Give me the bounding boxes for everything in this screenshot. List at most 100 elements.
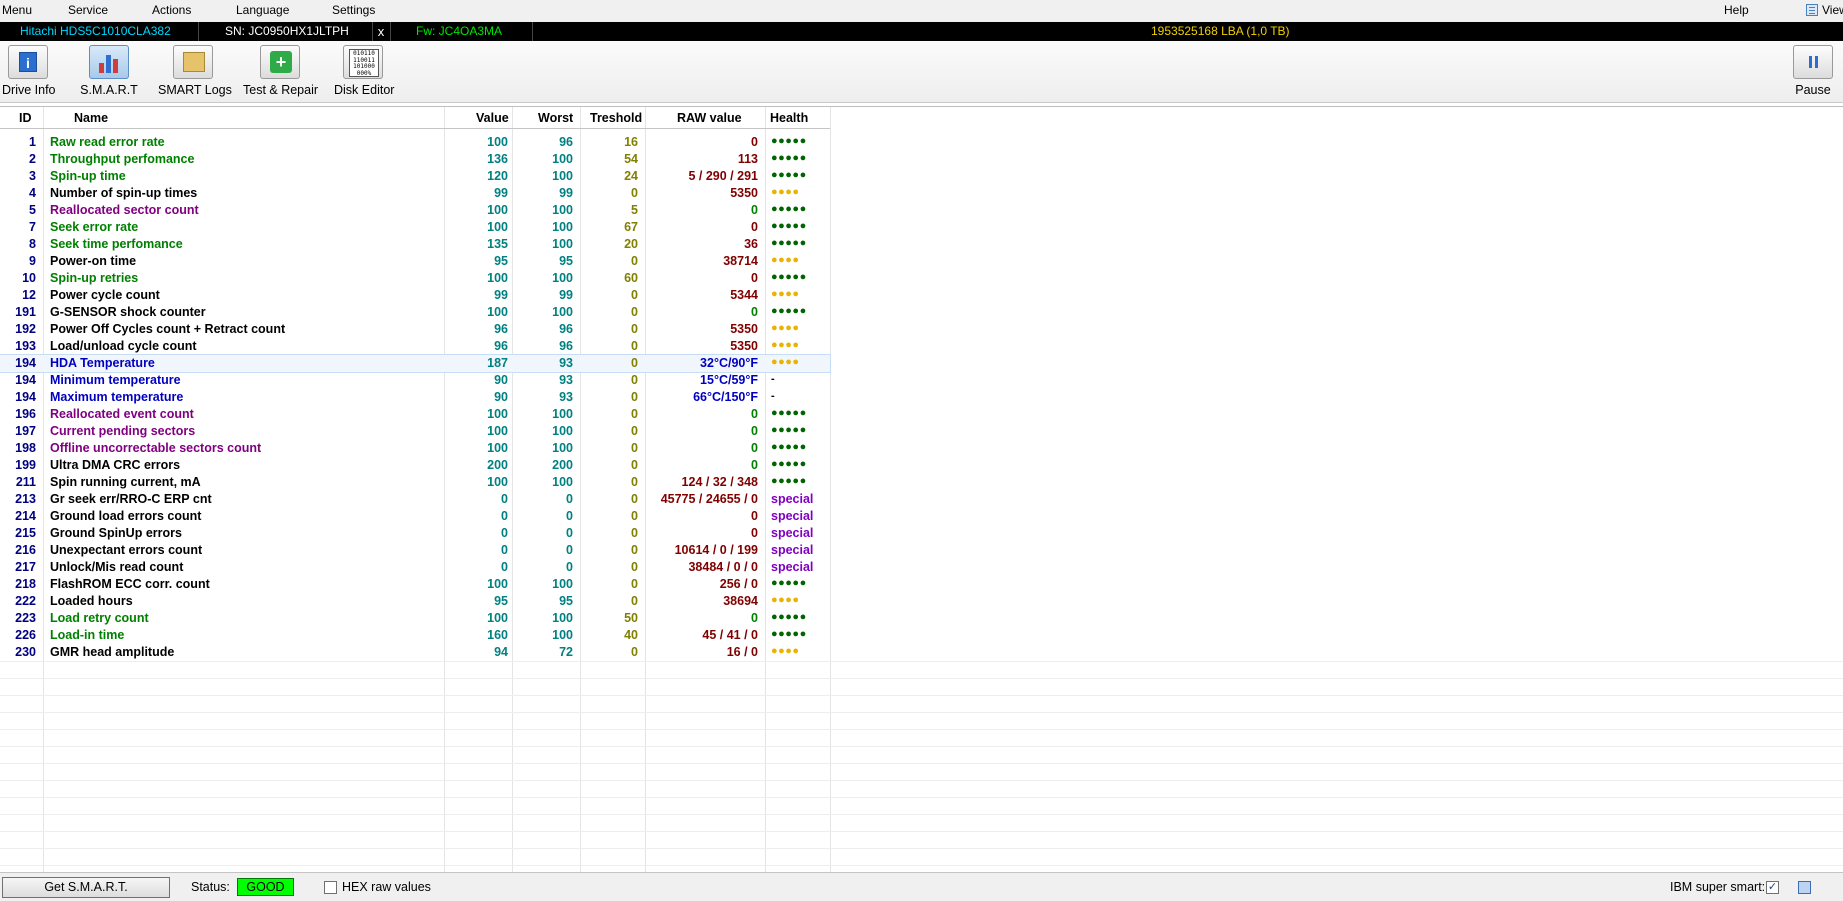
disk-editor-button[interactable]: 010110 110011 101000 000% Disk Editor <box>334 45 394 101</box>
cell-raw: 0 <box>751 424 758 438</box>
table-row[interactable]: 198 Offline uncorrectable sectors count 10… <box>0 440 1843 457</box>
cell-worst: 100 <box>552 271 573 285</box>
cell-name: Load/unload cycle count <box>50 339 197 353</box>
drive-info-button[interactable]: i Drive Info <box>2 45 56 101</box>
menu-language[interactable]: Language <box>236 3 289 17</box>
smart-button[interactable]: S.M.A.R.T <box>80 45 138 101</box>
table-row[interactable]: 197 Current pending sectors 100 100 0 0 ●●●●● <box>0 423 1843 440</box>
menu-view[interactable]: View <box>1822 3 1843 17</box>
test-repair-button[interactable]: + Test & Repair <box>243 45 319 101</box>
table-row[interactable]: 214 Ground load errors count 0 0 0 0 special <box>0 508 1843 525</box>
get-smart-button[interactable]: Get S.M.A.R.T. <box>2 877 170 898</box>
table-row[interactable]: 2 Throughput perfomance 136 100 54 113 ●●●●● <box>0 151 1843 168</box>
table-row[interactable]: 223 Load retry count 100 100 50 0 ●●●●● <box>0 610 1843 627</box>
separator <box>372 22 373 41</box>
table-row[interactable]: 193 Load/unload cycle count 96 96 0 5350 ●●●● <box>0 338 1843 355</box>
menu-service[interactable]: Service <box>68 3 108 17</box>
smart-logs-button[interactable]: SMART Logs <box>158 45 232 101</box>
smart-chart-icon <box>89 45 129 79</box>
ibm-super-smart-checkbox[interactable]: ✓ <box>1766 881 1779 894</box>
table-row[interactable]: 194 Maximum temperature 90 93 0 66°C/150°F - <box>0 389 1843 406</box>
drive-info-bar: Hitachi HDS5C1010CLA382 SN: JC0950HX1JLT… <box>0 22 1843 41</box>
status-label: Status: <box>191 880 230 894</box>
table-row[interactable]: 7 Seek error rate 100 100 67 0 ●●●●● <box>0 219 1843 236</box>
cell-name: Ultra DMA CRC errors <box>50 458 181 472</box>
cell-health: special <box>771 526 814 540</box>
table-row[interactable]: 12 Power cycle count 99 99 0 5344 ●●●● <box>0 287 1843 304</box>
drive-model[interactable]: Hitachi HDS5C1010CLA382 <box>20 24 171 38</box>
table-header: ID Name Value Worst Treshold RAW value H… <box>0 107 830 129</box>
close-drive-button[interactable]: x <box>374 24 388 40</box>
cell-name: Power cycle count <box>50 288 160 302</box>
cell-name: Throughput perfomance <box>50 152 195 166</box>
cell-value: 96 <box>494 322 508 336</box>
menu-menu[interactable]: Menu <box>2 3 32 17</box>
table-row[interactable]: 5 Reallocated sector count 100 100 5 0 ●●●●● <box>0 202 1843 219</box>
drive-serial[interactable]: SN: JC0950HX1JLTPH <box>225 24 349 38</box>
table-row[interactable]: 1 Raw read error rate 100 96 16 0 ●●●●● <box>0 134 1843 151</box>
table-row[interactable]: 194 Minimum temperature 90 93 0 15°C/59°F - <box>0 372 1843 389</box>
drive-info-label: Drive Info <box>2 83 56 97</box>
col-header-raw[interactable]: RAW value <box>677 111 742 125</box>
table-row[interactable]: 211 Spin running current, mA 100 100 0 124 / … <box>0 474 1843 491</box>
table-row[interactable]: 191 G-SENSOR shock counter 100 100 0 0 ●●●●● <box>0 304 1843 321</box>
col-header-name[interactable]: Name <box>74 111 108 125</box>
cell-raw: 113 <box>737 152 758 166</box>
cell-value: 120 <box>487 169 508 183</box>
col-header-health[interactable]: Health <box>770 111 808 125</box>
table-row[interactable]: 217 Unlock/Mis read count 0 0 0 38484 / 0 / 0… <box>0 559 1843 576</box>
cell-id: 198 <box>15 441 36 455</box>
table-row[interactable]: 216 Unexpectant errors count 0 0 0 10614 / 0 … <box>0 542 1843 559</box>
cell-health: ●●●●● <box>771 135 807 147</box>
col-header-id[interactable]: ID <box>19 111 32 125</box>
cell-health: special <box>771 543 814 557</box>
table-row[interactable]: 215 Ground SpinUp errors 0 0 0 0 special <box>0 525 1843 542</box>
col-header-value[interactable]: Value <box>476 111 509 125</box>
cell-value: 0 <box>501 543 508 557</box>
cell-id: 196 <box>15 407 36 421</box>
table-row[interactable]: 226 Load-in time 160 100 40 45 / 41 / 0 ●●●●● <box>0 627 1843 644</box>
table-row[interactable]: 230 GMR head amplitude 94 72 0 16 / 0 ●●●● <box>0 644 1843 661</box>
table-row[interactable]: 194 HDA Temperature 187 93 0 32°C/90°F ●●●● <box>0 354 831 373</box>
hex-raw-checkbox[interactable] <box>324 881 337 894</box>
menu-actions[interactable]: Actions <box>152 3 191 17</box>
cell-health: ●●●● <box>771 594 800 606</box>
table-row[interactable]: 222 Loaded hours 95 95 0 38694 ●●●● <box>0 593 1843 610</box>
cell-health: - <box>771 390 776 402</box>
table-row[interactable]: 8 Seek time perfomance 135 100 20 36 ●●●●● <box>0 236 1843 253</box>
cell-health: special <box>771 560 814 574</box>
table-row[interactable]: 4 Number of spin-up times 99 99 0 5350 ●●●● <box>0 185 1843 202</box>
table-row[interactable]: 3 Spin-up time 120 100 24 5 / 290 / 291 ●●●●● <box>0 168 1843 185</box>
test-repair-label: Test & Repair <box>243 83 319 97</box>
table-row[interactable]: 199 Ultra DMA CRC errors 200 200 0 0 ●●●●● <box>0 457 1843 474</box>
drive-capacity: 1953525168 LBA (1,0 TB) <box>1151 24 1290 38</box>
col-header-worst[interactable]: Worst <box>538 111 573 125</box>
table-row[interactable]: 192 Power Off Cycles count + Retract coun… <box>0 321 1843 338</box>
cell-value: 160 <box>487 628 508 642</box>
drive-firmware: Fw: JC4OA3MA <box>416 24 503 38</box>
table-row[interactable]: 218 FlashROM ECC corr. count 100 100 0 256 / … <box>0 576 1843 593</box>
panel-icon[interactable] <box>1798 881 1811 894</box>
cell-name: Gr seek err/RRO-C ERP cnt <box>50 492 212 506</box>
cell-id: 191 <box>15 305 36 319</box>
table-row[interactable]: 9 Power-on time 95 95 0 38714 ●●●● <box>0 253 1843 270</box>
grid-line <box>0 712 1843 713</box>
table-row[interactable]: 196 Reallocated event count 100 100 0 0 ●●●●● <box>0 406 1843 423</box>
col-header-treshold[interactable]: Treshold <box>590 111 642 125</box>
view-list-icon[interactable] <box>1806 4 1818 16</box>
cell-value: 136 <box>487 152 508 166</box>
cell-value: 100 <box>487 441 508 455</box>
cell-name: G-SENSOR shock counter <box>50 305 206 319</box>
table-row[interactable]: 10 Spin-up retries 100 100 60 0 ●●●●● <box>0 270 1843 287</box>
pause-button[interactable]: Pause <box>1793 45 1833 97</box>
table-row[interactable]: 213 Gr seek err/RRO-C ERP cnt 0 0 0 45775 / 2… <box>0 491 1843 508</box>
cell-id: 215 <box>15 526 36 540</box>
menu-settings[interactable]: Settings <box>332 3 375 17</box>
cell-id: 230 <box>15 645 36 659</box>
menu-help[interactable]: Help <box>1724 3 1749 17</box>
cell-health: ●●●●● <box>771 220 807 232</box>
cell-name: Load retry count <box>50 611 149 625</box>
cell-value: 0 <box>501 526 508 540</box>
cell-value: 100 <box>487 135 508 149</box>
cell-health: ●●●●● <box>771 152 807 164</box>
